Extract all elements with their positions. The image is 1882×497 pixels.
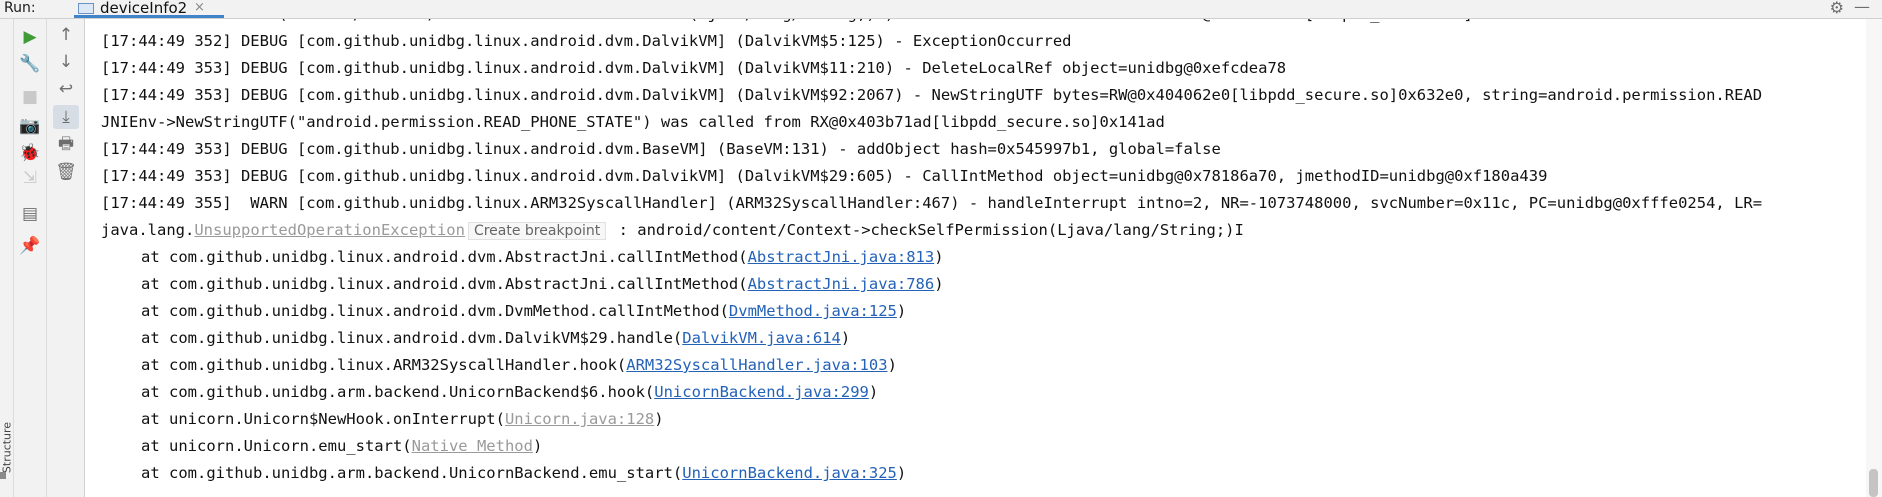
run-config-icon (78, 3, 94, 14)
pin-icon[interactable]: 📌 (17, 234, 43, 258)
stack-frame: at unicorn.Unicorn.emu_start(Native Meth… (101, 433, 542, 460)
console-toolbar: ↑ ↓ ↩ ⤓ 🖶 🗑 (47, 19, 85, 497)
vertical-scrollbar[interactable] (1866, 19, 1882, 497)
stack-frame-text: at com.github.unidbg.linux.ARM32SyscallH… (141, 356, 627, 374)
stop-icon[interactable]: ■ (17, 85, 43, 109)
stack-frame-suffix: ) (896, 464, 907, 482)
stack-frame-text: at com.github.unidbg.linux.android.dvm.D… (141, 302, 729, 320)
console-line: [17:44:49 353] DEBUG [com.github.unidbg.… (101, 167, 1548, 185)
down-arrow-icon[interactable]: ↓ (53, 50, 79, 74)
source-link[interactable]: AbstractJni.java:813 (748, 248, 935, 266)
print-icon[interactable]: 🖶 (53, 132, 79, 156)
exception-class-link[interactable]: UnsupportedOperationException (194, 221, 465, 239)
source-link[interactable]: Native Method (412, 437, 533, 455)
source-link[interactable]: DvmMethod.java:125 (729, 302, 897, 320)
stack-frame-suffix: ) (532, 437, 543, 455)
exception-message: : android/content/Context->checkSelfPerm… (609, 221, 1244, 239)
exception-prefix: java.lang. (101, 221, 195, 239)
stack-frame: at unicorn.Unicorn$NewHook.onInterrupt(U… (101, 406, 664, 433)
bug-icon[interactable]: 🐞 (17, 141, 43, 165)
stack-frame-suffix: ) (896, 302, 907, 320)
structure-icon (0, 472, 6, 479)
soft-wrap-icon[interactable]: ↩ (53, 77, 79, 101)
stack-frame-text: at com.github.unidbg.linux.android.dvm.A… (141, 248, 748, 266)
console-line: [17:44:49 353] DEBUG [com.github.unidbg.… (101, 86, 1763, 104)
run-tool-window-header: Run: deviceInfo2 × ⚙ — (0, 0, 1882, 19)
stack-frame: at com.github.unidbg.linux.android.dvm.D… (101, 298, 906, 325)
camera-icon[interactable]: 📷 (17, 114, 43, 138)
stack-frame-suffix: ) (887, 356, 897, 374)
source-link[interactable]: Unicorn.java:128 (505, 410, 654, 428)
stack-frame-suffix: ) (934, 275, 944, 293)
stack-frame: at com.github.unidbg.arm.backend.Unicorn… (101, 460, 906, 487)
rerun-icon[interactable]: ▶ (17, 25, 43, 49)
run-label: Run: (4, 0, 36, 16)
close-icon[interactable]: × (194, 0, 205, 15)
create-breakpoint-hint[interactable]: Create breakpoint (467, 222, 607, 240)
stack-frame: at com.github.unidbg.linux.android.dvm.A… (101, 271, 944, 298)
console-output[interactable]: JNIEnv->GetMethodID(android/content/Cont… (85, 19, 1865, 497)
stack-frame-text: at com.github.unidbg.arm.backend.Unicorn… (141, 464, 683, 482)
stack-frame: at com.github.unidbg.linux.android.dvm.A… (101, 244, 944, 271)
stack-frame-text: at unicorn.Unicorn.emu_start( (141, 437, 412, 455)
source-link[interactable]: UnicornBackend.java:325 (682, 464, 897, 482)
left-tool-stripe: Structure (0, 19, 14, 497)
source-link[interactable]: UnicornBackend.java:299 (654, 383, 869, 401)
run-toolbar: ▶ 🔧 ■ 📷 🐞 ⇲ ▤ 📌 (14, 19, 47, 497)
stack-frame-text: at com.github.unidbg.linux.android.dvm.A… (141, 275, 748, 293)
layout-icon[interactable]: ▤ (17, 202, 43, 226)
minimize-icon[interactable]: — (1854, 0, 1870, 15)
source-link[interactable]: ARM32SyscallHandler.java:103 (626, 356, 887, 374)
stack-frame-suffix: ) (840, 329, 851, 347)
stack-frame-text: at com.github.unidbg.linux.android.dvm.D… (141, 329, 683, 347)
gear-icon[interactable]: ⚙ (1830, 0, 1844, 16)
tab-title: deviceInfo2 (100, 0, 188, 17)
stack-frame-suffix: ) (654, 410, 664, 428)
stack-frame: at com.github.unidbg.linux.android.dvm.D… (101, 325, 850, 352)
wrench-icon[interactable]: 🔧 (17, 52, 43, 76)
stack-frame-suffix: ) (934, 248, 944, 266)
scrollbar-thumb[interactable] (1869, 469, 1878, 497)
console-line: [17:44:49 353] DEBUG [com.github.unidbg.… (101, 140, 1221, 158)
tab-deviceinfo2[interactable]: deviceInfo2 × (74, 0, 224, 18)
exception-line: java.lang.UnsupportedOperationException C… (101, 217, 1244, 244)
console-line: [17:44:49 355] WARN [com.github.unidbg.l… (101, 194, 1763, 212)
source-link[interactable]: DalvikVM.java:614 (682, 329, 841, 347)
stack-frame-text: at unicorn.Unicorn$NewHook.onInterrupt( (141, 410, 505, 428)
source-link[interactable]: AbstractJni.java:786 (748, 275, 935, 293)
console-line: [17:44:49 352] DEBUG [com.github.unidbg.… (101, 32, 1072, 50)
stack-frame-text: at com.github.unidbg.arm.backend.Unicorn… (141, 383, 655, 401)
exit-icon[interactable]: ⇲ (17, 166, 43, 190)
console-line: JNIEnv->GetMethodID(android/content/Cont… (101, 19, 1538, 28)
console-line: JNIEnv->NewStringUTF("android.permission… (101, 113, 1165, 131)
stack-frame: at com.github.unidbg.linux.ARM32SyscallH… (101, 352, 897, 379)
stack-frame: at com.github.unidbg.arm.backend.Unicorn… (101, 379, 878, 406)
up-arrow-icon[interactable]: ↑ (53, 23, 79, 47)
console-line: [17:44:49 353] DEBUG [com.github.unidbg.… (101, 59, 1287, 77)
scroll-to-end-icon[interactable]: ⤓ (53, 105, 79, 129)
stack-frame-suffix: ) (868, 383, 879, 401)
trash-icon[interactable]: 🗑 (53, 160, 79, 184)
